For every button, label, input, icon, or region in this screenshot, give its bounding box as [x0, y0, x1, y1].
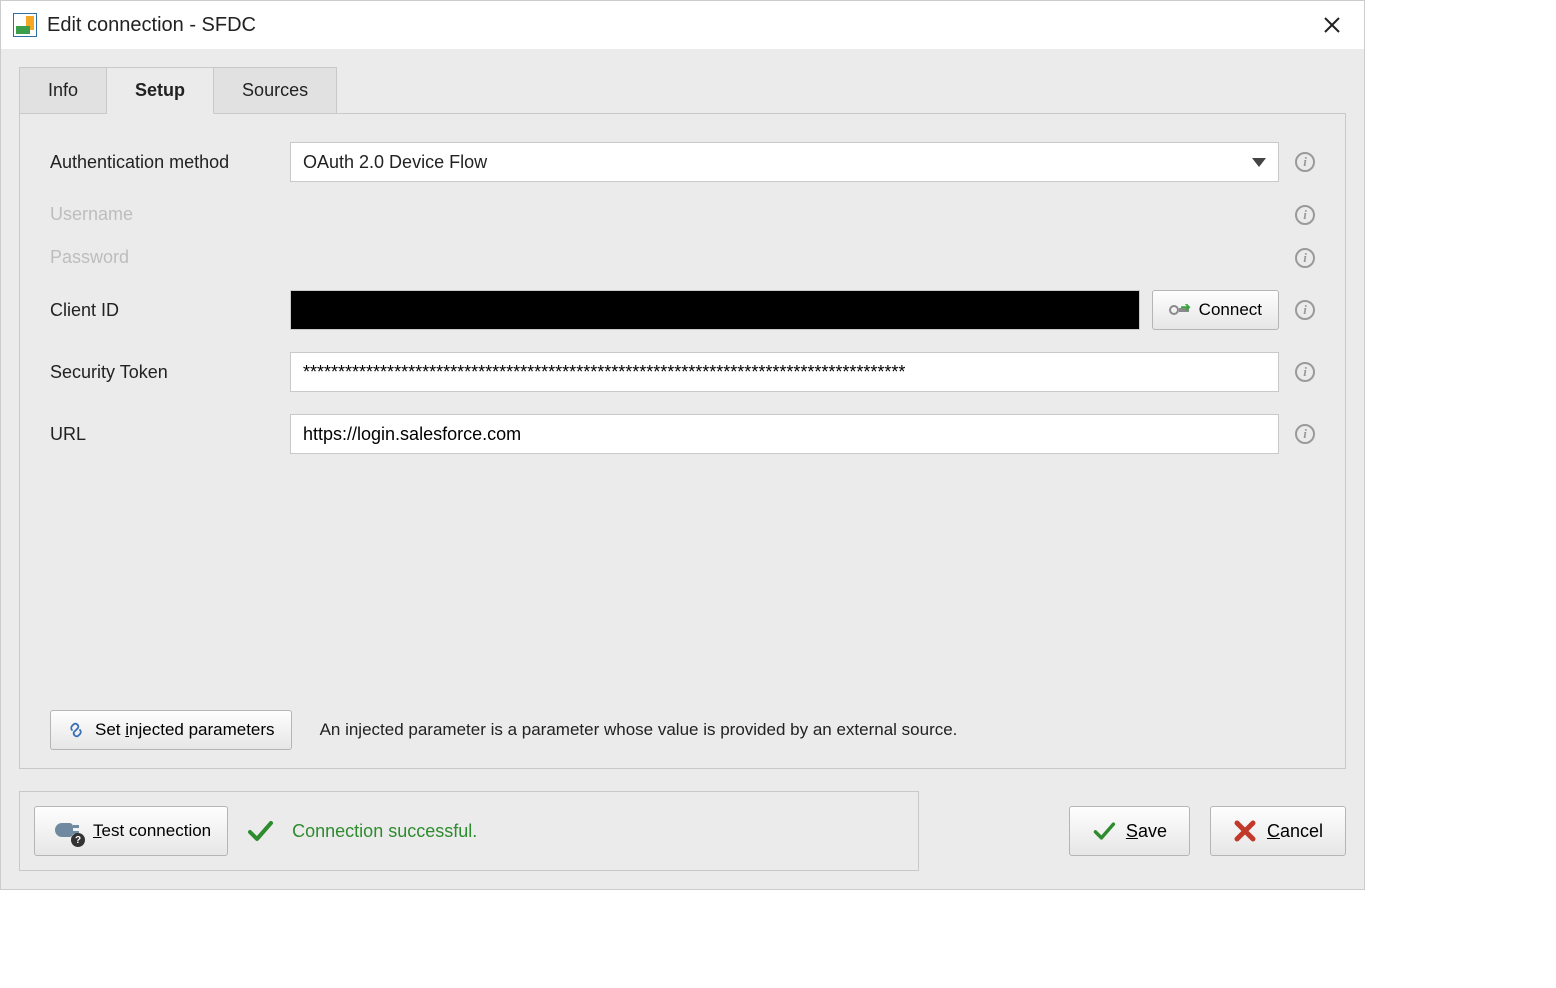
x-icon: [1233, 819, 1257, 843]
footer-bar: ? Test connection Connection successful.…: [19, 791, 1346, 871]
cancel-button[interactable]: Cancel: [1210, 806, 1346, 856]
close-button[interactable]: [1312, 5, 1352, 45]
client-area: Info Setup Sources Authentication method…: [1, 49, 1364, 889]
link-icon: [67, 721, 85, 739]
row-client-id: Client ID ➔ Connect i: [50, 290, 1315, 330]
client-id-label: Client ID: [50, 300, 290, 321]
tab-sources[interactable]: Sources: [214, 67, 337, 114]
auth-method-value: OAuth 2.0 Device Flow: [303, 152, 1244, 173]
tab-setup[interactable]: Setup: [107, 67, 214, 114]
dialog-buttons: Save Cancel: [1069, 806, 1346, 856]
url-input[interactable]: [290, 414, 1279, 454]
tab-strip: Info Setup Sources: [19, 67, 1346, 114]
cancel-button-label: Cancel: [1267, 821, 1323, 842]
connect-button-label: Connect: [1199, 300, 1262, 320]
test-connection-label: Test connection: [93, 821, 211, 841]
info-icon[interactable]: i: [1295, 362, 1315, 382]
row-security-token: Security Token i: [50, 352, 1315, 392]
key-icon: ➔: [1169, 303, 1189, 317]
security-token-input[interactable]: [290, 352, 1279, 392]
tab-setup-label: Setup: [135, 80, 185, 100]
info-icon[interactable]: i: [1295, 205, 1315, 225]
setup-form: Authentication method OAuth 2.0 Device F…: [50, 142, 1315, 704]
info-icon[interactable]: i: [1295, 152, 1315, 172]
tab-info-label: Info: [48, 80, 78, 100]
url-label: URL: [50, 424, 290, 445]
tab-sources-label: Sources: [242, 80, 308, 100]
password-label: Password: [50, 247, 290, 268]
connection-status: Connection successful.: [292, 821, 477, 842]
tab-info[interactable]: Info: [19, 67, 107, 114]
row-password: Password i: [50, 247, 1315, 268]
injected-description: An injected parameter is a parameter who…: [320, 720, 958, 740]
auth-method-label: Authentication method: [50, 152, 290, 173]
plug-icon: ?: [51, 819, 83, 843]
info-icon[interactable]: i: [1295, 248, 1315, 268]
client-id-input[interactable]: [290, 290, 1140, 330]
injected-row: Set injected parameters An injected para…: [50, 704, 1315, 750]
check-icon: [246, 817, 274, 845]
save-button[interactable]: Save: [1069, 806, 1190, 856]
connect-button[interactable]: ➔ Connect: [1152, 290, 1279, 330]
setup-panel: Authentication method OAuth 2.0 Device F…: [19, 113, 1346, 769]
test-connection-button[interactable]: ? Test connection: [34, 806, 228, 856]
row-username: Username i: [50, 204, 1315, 225]
title-bar: Edit connection - SFDC: [1, 1, 1364, 49]
security-token-label: Security Token: [50, 362, 290, 383]
dialog-edit-connection: Edit connection - SFDC Info Setup Source…: [0, 0, 1365, 890]
app-logo-icon: [13, 13, 37, 37]
close-icon: [1323, 16, 1341, 34]
info-icon[interactable]: i: [1295, 424, 1315, 444]
auth-method-select[interactable]: OAuth 2.0 Device Flow: [290, 142, 1279, 182]
set-injected-parameters-button[interactable]: Set injected parameters: [50, 710, 292, 750]
check-icon: [1092, 819, 1116, 843]
chevron-down-icon: [1252, 158, 1266, 167]
window-title: Edit connection - SFDC: [47, 14, 256, 37]
test-connection-area: ? Test connection Connection successful.: [19, 791, 919, 871]
save-button-label: Save: [1126, 821, 1167, 842]
row-url: URL i: [50, 414, 1315, 454]
username-label: Username: [50, 204, 290, 225]
set-injected-parameters-label: Set injected parameters: [95, 720, 275, 740]
row-auth-method: Authentication method OAuth 2.0 Device F…: [50, 142, 1315, 182]
info-icon[interactable]: i: [1295, 300, 1315, 320]
